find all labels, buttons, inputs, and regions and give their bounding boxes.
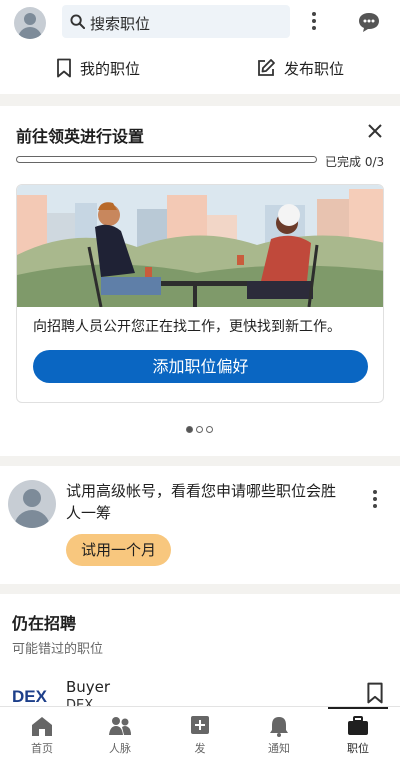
setup-title: 前往领英进行设置 — [16, 127, 145, 146]
add-job-preference-button[interactable]: 添加职位偏好 — [33, 350, 368, 383]
premium-text: 试用高级帐号，看看您申请哪些职位会胜人一筹 — [66, 482, 337, 522]
setup-card: 前往领英进行设置 已完成 0/3 向招聘人员公开您正在找工作，更快找到新工作。 … — [0, 106, 400, 456]
jobs-actions-row: 我的职位 发布职位 — [0, 48, 400, 88]
network-icon — [109, 717, 131, 735]
carousel-dot[interactable] — [196, 426, 203, 433]
setup-progress-label: 已完成 0/3 — [325, 155, 385, 169]
top-bar: 搜索职位 — [0, 0, 400, 44]
job-preference-promo: 向招聘人员公开您正在找工作，更快找到新工作。 添加职位偏好 — [16, 184, 384, 403]
home-icon — [32, 717, 52, 736]
svg-text:DEX: DEX — [12, 687, 48, 706]
nav-label: 首页 — [31, 742, 53, 755]
premium-card: 试用高级帐号，看看您申请哪些职位会胜人一筹 试用一个月 — [0, 466, 400, 584]
briefcase-icon — [348, 716, 368, 735]
section-divider — [0, 456, 400, 466]
post-job-label: 发布职位 — [284, 59, 345, 78]
nav-network[interactable]: 人脉 — [90, 715, 150, 756]
carousel-dot[interactable] — [206, 426, 213, 433]
section-divider — [0, 94, 400, 106]
search-icon — [70, 14, 85, 29]
messaging-icon[interactable] — [357, 11, 381, 33]
more-options-icon[interactable] — [368, 488, 382, 510]
nav-label: 通知 — [268, 742, 290, 755]
try-premium-button[interactable]: 试用一个月 — [66, 534, 171, 566]
section-divider — [0, 584, 400, 594]
bottom-navigation: 首页 人脉 发 通知 职位 — [0, 706, 400, 771]
nav-jobs[interactable]: 职位 — [328, 715, 388, 756]
bookmark-icon — [57, 58, 71, 78]
section-subtitle: 可能错过的职位 — [12, 642, 104, 657]
nav-label: 人脉 — [109, 742, 131, 755]
nav-notifications[interactable]: 通知 — [249, 715, 309, 756]
company-logo: DEX — [12, 687, 48, 706]
profile-avatar[interactable] — [14, 7, 46, 39]
setup-progress-bar — [16, 156, 317, 163]
still-hiring-section: 仍在招聘 可能错过的职位 DEX Buyer DEX — [0, 594, 400, 714]
carousel-indicator — [186, 426, 213, 433]
my-jobs-button[interactable]: 我的职位 — [56, 56, 140, 80]
section-title: 仍在招聘 — [12, 614, 77, 633]
my-jobs-label: 我的职位 — [80, 59, 141, 78]
more-options-icon[interactable] — [306, 10, 322, 34]
promo-illustration — [17, 185, 383, 307]
carousel-dot[interactable] — [186, 426, 193, 433]
nav-label: 发 — [194, 742, 206, 755]
post-job-button[interactable]: 发布职位 — [256, 56, 344, 80]
promo-text: 向招聘人员公开您正在找工作，更快找到新工作。 — [33, 319, 341, 335]
bookmark-icon[interactable] — [366, 682, 384, 704]
post-icon — [191, 716, 209, 734]
job-title[interactable]: Buyer — [66, 678, 110, 696]
edit-icon — [258, 59, 275, 76]
nav-label: 职位 — [347, 742, 369, 755]
search-placeholder: 搜索职位 — [90, 15, 151, 33]
search-input[interactable]: 搜索职位 — [62, 5, 290, 38]
nav-home[interactable]: 首页 — [12, 715, 72, 756]
active-tab-indicator — [328, 707, 388, 709]
bell-icon — [270, 717, 288, 737]
avatar — [8, 480, 56, 528]
close-icon[interactable] — [366, 122, 384, 140]
nav-post[interactable]: 发 — [170, 715, 230, 756]
